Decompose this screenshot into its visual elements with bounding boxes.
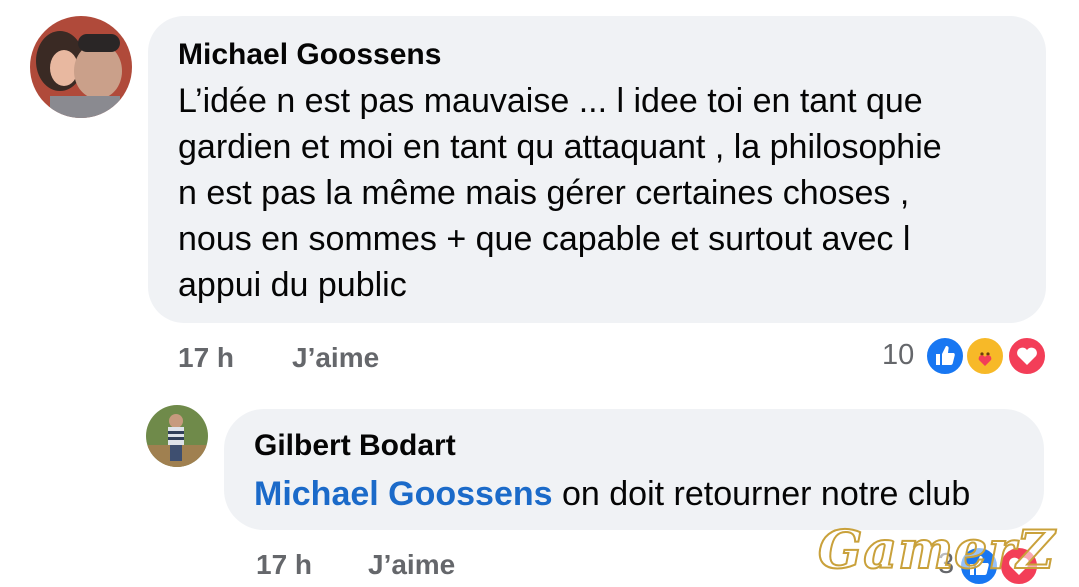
comment-text-line: n est pas la même mais gérer certaines c… [178,174,910,212]
mention-link[interactable]: Michael Goossens [254,475,553,513]
like-reaction-icon[interactable] [924,335,966,377]
reply-like-button[interactable]: J’aime [368,549,455,581]
care-reaction-icon[interactable] [964,335,1006,377]
profile-photo [30,16,132,118]
comment-timestamp[interactable]: 17 h [178,342,234,374]
comment-text-line: L’idée n est pas mauvaise ... l idee toi… [178,82,923,120]
watermark-logo: GamerZ [817,519,1056,582]
avatar-michael-goossens[interactable] [30,16,132,118]
reply-author-name[interactable]: Gilbert Bodart [254,429,456,463]
reply-text-body: on doit retourner notre club [552,475,971,513]
comment-text-line: gardien et moi en tant qu attaquant , la… [178,128,942,166]
reply-bubble: Gilbert Bodart Michael Goossens on doit … [224,409,1044,530]
reaction-count[interactable]: 10 [882,339,914,372]
comment-text-line: appui du public [178,266,407,304]
avatar-gilbert-bodart[interactable] [146,405,208,467]
profile-photo [146,405,208,467]
comment-bubble: Michael Goossens L’idée n est pas mauvai… [148,16,1046,323]
comment-text-line: nous en sommes + que capable et surtout … [178,220,911,258]
reply-timestamp[interactable]: 17 h [256,549,312,581]
comment-author-name[interactable]: Michael Goossens [178,38,441,72]
love-reaction-icon[interactable] [1006,335,1048,377]
reply-text: Michael Goossens on doit retourner notre… [254,471,970,517]
comment-text: L’idée n est pas mauvaise ... l idee toi… [178,78,1028,308]
like-button[interactable]: J’aime [292,342,379,374]
